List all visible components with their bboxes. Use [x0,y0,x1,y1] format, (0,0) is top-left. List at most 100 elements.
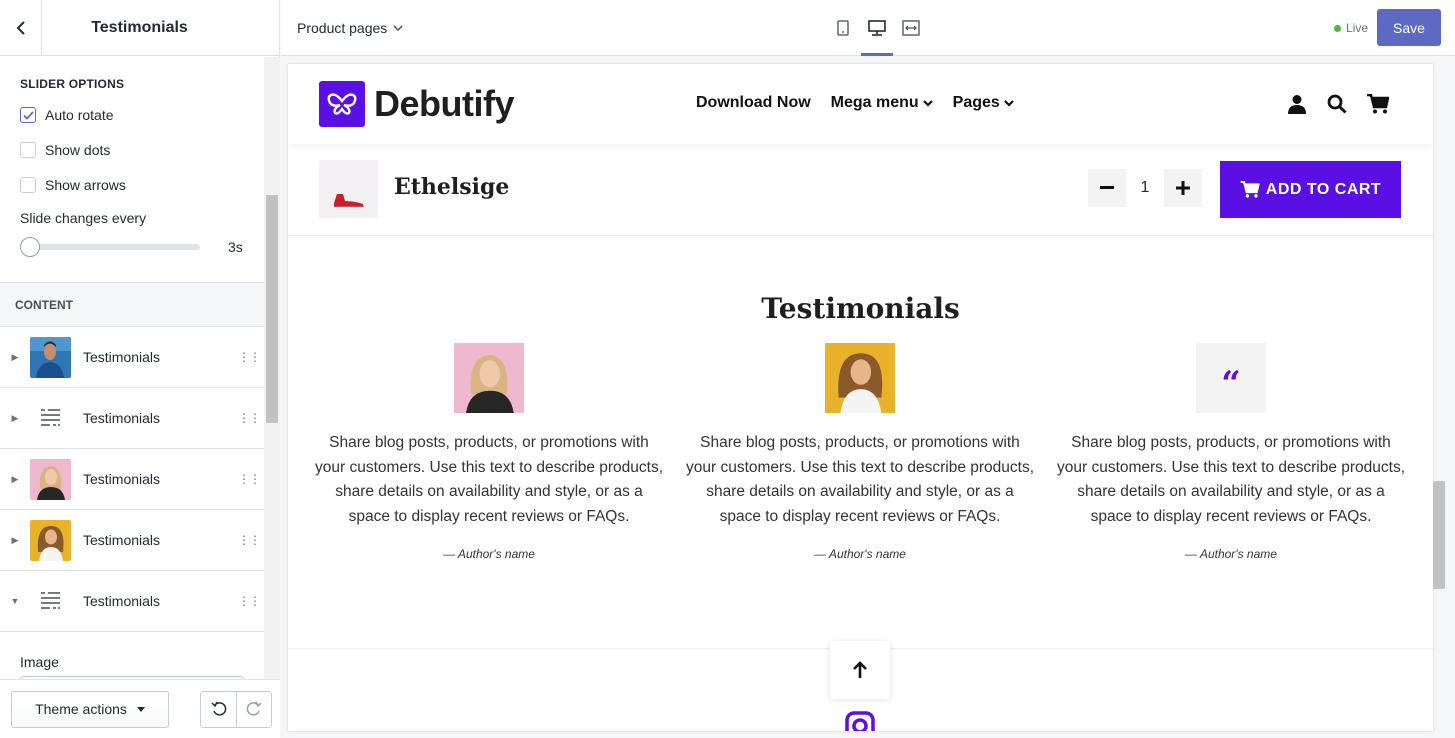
block-thumbnail [30,458,71,500]
theme-actions-label: Theme actions [35,701,127,717]
back-button[interactable] [0,0,42,56]
theme-actions-button[interactable]: Theme actions [11,690,169,728]
quantity-value[interactable]: 1 [1126,179,1164,197]
content-block[interactable]: ▶ Testimonials ⋮⋮ [0,327,264,388]
store-logo[interactable]: Debutify [319,81,515,127]
drag-handle-icon[interactable]: ⋮⋮ [234,594,264,608]
undo-icon [210,701,226,716]
cart-icon[interactable] [1367,94,1389,114]
show-arrows-checkbox[interactable] [20,177,36,193]
nav-pages[interactable]: Pages [953,94,1014,112]
nav-mega-menu[interactable]: Mega menu [831,94,933,112]
undo-button[interactable] [201,692,236,727]
block-label: Testimonials [83,349,161,365]
content-block[interactable]: ▶ Testimonials ⋮⋮ [0,388,264,449]
slider-handle[interactable] [20,237,40,257]
sidebar-scrollbar[interactable] [264,57,280,679]
content-block-expanded[interactable]: ▼ Testimonials ⋮⋮ [0,571,264,632]
testimonial-text: Share blog posts, products, or promotion… [1056,434,1406,525]
store-preview: Debutify Download Now Mega menu Pages Et… [288,64,1433,731]
slide-changes-label: Slide changes every [20,210,147,226]
product-name: Ethelsige [394,174,510,200]
back-to-top-button[interactable] [830,641,890,699]
testimonials-section: Testimonials Share blog posts, products,… [288,236,1433,649]
quote-icon: “ [1196,343,1266,413]
plus-icon [1176,181,1190,195]
show-dots-option[interactable]: Show dots [20,140,244,160]
save-button[interactable]: Save [1377,9,1441,46]
caret-right-icon[interactable]: ▶ [0,413,30,424]
preview-scrollbar[interactable] [1433,64,1455,731]
drag-handle-icon[interactable]: ⋮⋮ [234,411,264,425]
theme-editor: Testimonials SLIDER OPTIONS Auto rotate … [0,0,1455,738]
caret-right-icon[interactable]: ▶ [0,535,30,546]
live-status: Live [1334,0,1368,56]
page-type-select[interactable]: Product pages [297,0,403,56]
cart-icon [1240,181,1260,198]
search-icon[interactable] [1327,94,1347,114]
decrease-quantity-button[interactable] [1088,169,1126,207]
show-arrows-option[interactable]: Show arrows [20,175,244,195]
product-thumbnail [319,160,378,218]
man-photo-icon [30,336,71,378]
caret-right-icon[interactable]: ▶ [0,474,30,485]
text-block-icon [40,592,60,609]
drag-handle-icon[interactable]: ⋮⋮ [234,472,264,486]
slide-changes-slider[interactable] [20,237,200,257]
nav-label: Download Now [696,94,811,111]
sneaker-icon [333,194,364,210]
image-setting-label: Image [20,654,59,670]
caret-down-icon[interactable]: ▼ [0,596,30,606]
desktop-icon [868,20,886,36]
drag-handle-icon[interactable]: ⋮⋮ [234,533,264,547]
section-title: SLIDER OPTIONS [20,77,125,91]
woman-pink-photo-icon [454,343,524,413]
main-nav: Download Now Mega menu Pages [696,94,1014,112]
caret-down-icon [136,706,145,712]
scrollbar-thumb[interactable] [266,195,278,423]
redo-button[interactable] [236,691,271,727]
show-dots-checkbox[interactable] [20,142,36,158]
block-label: Testimonials [83,532,161,548]
desktop-view-button[interactable] [861,0,893,56]
butterfly-logo-icon [319,81,365,127]
content-block[interactable]: ▶ Testimonials ⋮⋮ [0,449,264,510]
nav-label: Mega menu [830,94,919,111]
sidebar-footer: Theme actions [0,679,280,738]
sidebar-header: Testimonials [0,0,279,56]
testimonial-card: Share blog posts, products, or promotion… [314,343,664,561]
sidebar-settings: SLIDER OPTIONS Auto rotate Show dots Sho… [0,57,264,679]
fullscreen-view-button[interactable] [901,0,921,56]
woman-pink-photo-icon [30,458,71,500]
auto-rotate-option[interactable]: Auto rotate [20,105,244,125]
slide-changes-value: 3s [228,239,243,255]
add-to-cart-label: ADD TO CART [1265,180,1382,198]
increase-quantity-button[interactable] [1164,169,1202,207]
testimonial-text: Share blog posts, products, or promotion… [314,434,664,525]
chevron-down-icon [1004,99,1014,107]
auto-rotate-checkbox[interactable] [20,107,36,123]
mobile-icon [837,20,849,36]
content-section-header: CONTENT [0,282,264,327]
block-thumbnail [30,398,71,439]
woman-yellow-photo-icon [825,343,895,413]
nav-download-now[interactable]: Download Now [696,94,811,112]
show-arrows-label: Show arrows [45,177,126,193]
testimonial-author: — Author's name [1185,547,1277,561]
block-thumbnail [30,581,71,622]
add-to-cart-button[interactable]: ADD TO CART [1220,161,1401,218]
scrollbar-thumb[interactable] [1433,481,1445,589]
header-icons [1287,94,1389,114]
account-icon[interactable] [1287,94,1307,114]
instagram-icon[interactable] [845,711,875,731]
brand-name: Debutify [374,83,515,124]
mobile-view-button[interactable] [833,0,853,56]
chevron-down-icon [922,99,933,107]
caret-right-icon[interactable]: ▶ [0,352,30,363]
testimonials-title: Testimonials [761,292,960,325]
drag-handle-icon[interactable]: ⋮⋮ [234,350,264,364]
redo-icon [246,701,262,716]
site-header: Debutify Download Now Mega menu Pages [288,64,1433,144]
content-block[interactable]: ▶ Testimonials ⋮⋮ [0,510,264,571]
sticky-add-to-cart-bar: Ethelsige 1 ADD TO CART [288,144,1433,236]
